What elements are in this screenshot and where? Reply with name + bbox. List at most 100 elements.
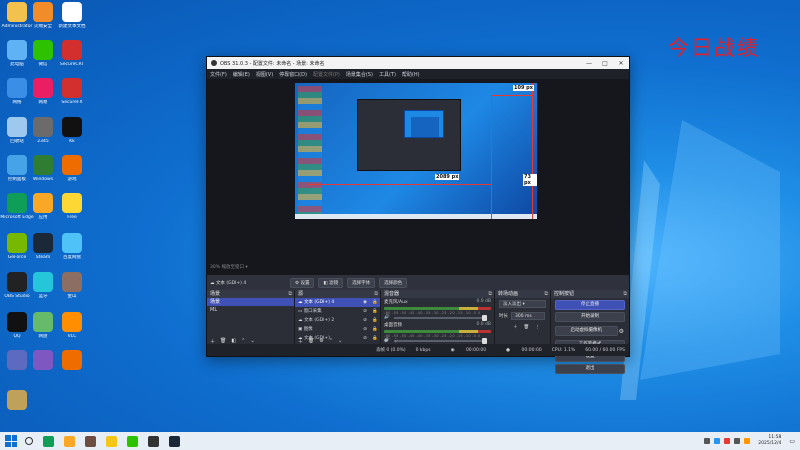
eye-off-icon[interactable]: ⊘ bbox=[360, 307, 370, 316]
desktop-icon[interactable]: 游戏 bbox=[55, 155, 89, 183]
virtual-camera-row: 启动虚拟摄像机 ⚙ bbox=[551, 324, 629, 338]
notification-icon[interactable]: ▭ bbox=[789, 438, 795, 445]
measure-label-left: 2089 px bbox=[435, 174, 460, 180]
channel-db: 0.0 dB bbox=[476, 322, 491, 327]
app-icon bbox=[33, 233, 53, 253]
desktop-icon[interactable]: 百度网盘 bbox=[55, 233, 89, 261]
preview-canvas[interactable]: 109 px 73 px 2089 px bbox=[295, 83, 537, 219]
trash-icon[interactable]: 🗑 bbox=[524, 325, 530, 330]
steam-icon[interactable] bbox=[169, 435, 180, 447]
menu-help[interactable]: 帮助(H) bbox=[402, 71, 420, 78]
transitions-dock: 转场动画 ⧉ 淡入淡出 ▾ 时长 300 ms ＋ 🗑 ⋮ bbox=[495, 290, 551, 346]
desktop-icon[interactable] bbox=[0, 390, 34, 412]
minimize-button[interactable]: — bbox=[581, 60, 597, 67]
volume-slider[interactable] bbox=[393, 314, 487, 321]
select-font-button[interactable]: 选择字体 bbox=[347, 277, 376, 288]
app-icon[interactable] bbox=[85, 435, 96, 447]
transition-type-select[interactable]: 淡入淡出 ▾ bbox=[499, 300, 546, 308]
file-explorer-icon[interactable] bbox=[64, 435, 75, 447]
app-icon bbox=[62, 2, 82, 22]
slider-knob[interactable] bbox=[482, 314, 487, 321]
dock-float-icon[interactable]: ⧉ bbox=[544, 290, 548, 298]
desktop-icon-label: SecureCRT bbox=[59, 62, 85, 67]
fps-readout: 60.00 / 60.00 FPS bbox=[585, 347, 625, 353]
properties-button[interactable]: ⚙ 设置 bbox=[290, 277, 315, 288]
maximize-button[interactable]: □ bbox=[597, 60, 613, 67]
lock-icon[interactable]: 🔒 bbox=[370, 307, 380, 316]
menu-scene-collection[interactable]: 场景集合(S) bbox=[346, 71, 373, 78]
obs-window[interactable]: OBS 31.0.3 - 配置文件: 未命名 - 场景: 未命名 — □ ✕ 文… bbox=[206, 56, 630, 374]
desktop-icon[interactable]: SecureFX bbox=[55, 78, 89, 106]
lock-icon[interactable]: 🔒 bbox=[370, 316, 380, 325]
stop-streaming-button[interactable]: 停止直播 bbox=[555, 300, 625, 310]
menu-edit[interactable]: 编辑(E) bbox=[233, 71, 250, 78]
lock-icon[interactable]: 🔒 bbox=[370, 298, 380, 307]
filters-button[interactable]: ◧ 滤镜 bbox=[318, 277, 344, 288]
desktop-icon[interactable]: SecureCRT bbox=[55, 40, 89, 68]
obs-logo-icon bbox=[211, 60, 217, 66]
zoom-indicator[interactable]: 30% 缩放至窗口 ▾ bbox=[210, 264, 248, 270]
security-icon[interactable] bbox=[724, 438, 731, 444]
source-item[interactable]: ▭ 窗口采集 ⊘ 🔒 bbox=[295, 307, 380, 316]
app-icon bbox=[7, 312, 27, 332]
eye-icon[interactable]: ◉ bbox=[360, 298, 370, 307]
network-icon[interactable] bbox=[714, 438, 721, 444]
desktop-icon[interactable]: Kk bbox=[55, 117, 89, 145]
menu-file[interactable]: 文件(F) bbox=[210, 71, 227, 78]
eye-off-icon[interactable]: ⊘ bbox=[360, 316, 370, 325]
menu-view[interactable]: 视图(V) bbox=[256, 71, 273, 78]
obs-icon[interactable] bbox=[148, 435, 159, 447]
windows-start-icon[interactable] bbox=[5, 435, 17, 447]
menu-tools[interactable]: 工具(T) bbox=[379, 71, 396, 78]
nested-preview-2 bbox=[411, 117, 439, 137]
lock-icon[interactable]: 🔒 bbox=[370, 325, 380, 334]
search-icon[interactable] bbox=[25, 437, 33, 445]
source-selection-box[interactable] bbox=[491, 95, 533, 219]
dock-float-icon[interactable]: ⧉ bbox=[488, 290, 492, 298]
nested-obs-window bbox=[357, 99, 461, 171]
select-color-button[interactable]: 选择颜色 bbox=[379, 277, 408, 288]
duration-input[interactable]: 300 ms bbox=[511, 312, 545, 320]
mixer-channel: 麦克风/Aux 0.0 dB -60 -55 -50 -45 -40 -35 -3… bbox=[381, 298, 494, 321]
volume-icon[interactable] bbox=[734, 438, 741, 444]
edge-icon[interactable] bbox=[43, 435, 54, 447]
source-item[interactable]: ☁ 文本 (GDI+) 4 ◉ 🔒 bbox=[295, 298, 380, 307]
desktop-icon[interactable]: VLC bbox=[55, 312, 89, 340]
system-tray: 11:58 2025/12/4 ▭ bbox=[700, 435, 800, 447]
menu-profile[interactable]: 配置文件(P) bbox=[313, 71, 340, 78]
title-bar[interactable]: OBS 31.0.3 - 配置文件: 未命名 - 场景: 未命名 — □ ✕ bbox=[207, 57, 629, 69]
scene-item[interactable]: 场景 bbox=[207, 298, 294, 306]
more-icon[interactable]: ⋮ bbox=[535, 325, 540, 330]
speaker-icon[interactable]: 🔊 bbox=[384, 315, 390, 320]
gear-icon[interactable]: ⚙ bbox=[619, 328, 624, 335]
window-title: OBS 31.0.3 - 配置文件: 未命名 - 场景: 未命名 bbox=[220, 60, 325, 67]
dock-float-icon[interactable]: ⧉ bbox=[623, 290, 627, 298]
app-icon bbox=[33, 117, 53, 137]
desktop-icon[interactable]: 新建文本文档 bbox=[55, 2, 89, 30]
scene-item[interactable]: ML bbox=[207, 306, 294, 314]
transition-duration-row: 时长 300 ms bbox=[495, 310, 550, 322]
wechat-icon[interactable] bbox=[127, 435, 138, 447]
desktop-icon-label: Free bbox=[67, 215, 77, 220]
preview-area[interactable]: 109 px 73 px 2089 px 30% 缩放至窗口 ▾ bbox=[207, 79, 629, 275]
app-icon[interactable] bbox=[106, 435, 117, 447]
start-virtual-camera-button[interactable]: 启动虚拟摄像机 bbox=[555, 326, 618, 336]
app-tray-icon[interactable] bbox=[744, 438, 751, 444]
desktop-icon[interactable]: 金山 bbox=[55, 272, 89, 300]
add-icon[interactable]: ＋ bbox=[513, 324, 518, 330]
current-source-label: ☁ 文本 (GDI+) 4 bbox=[210, 280, 247, 286]
source-item[interactable]: ☁ 文本 (GDI+) 2 ⊘ 🔒 bbox=[295, 316, 380, 325]
start-recording-button[interactable]: 开始录制 bbox=[555, 312, 625, 322]
clock[interactable]: 11:58 2025/12/4 bbox=[758, 435, 781, 447]
chevron-up-icon[interactable] bbox=[704, 438, 711, 444]
close-button[interactable]: ✕ bbox=[613, 60, 629, 67]
exit-button[interactable]: 退出 bbox=[555, 364, 625, 374]
desktop-icon[interactable] bbox=[55, 350, 89, 372]
desktop-icon[interactable]: Free bbox=[55, 193, 89, 221]
dock-float-icon[interactable]: ⧉ bbox=[374, 290, 378, 298]
menu-docks[interactable]: 停靠窗口(D) bbox=[279, 71, 307, 78]
eye-off-icon[interactable]: ⊘ bbox=[360, 325, 370, 334]
source-item[interactable]: ▣ 图像 ⊘ 🔒 bbox=[295, 325, 380, 334]
menu-bar: 文件(F) 编辑(E) 视图(V) 停靠窗口(D) 配置文件(P) 场景集合(S… bbox=[207, 69, 629, 79]
dock-float-icon[interactable]: ⧉ bbox=[288, 290, 292, 298]
